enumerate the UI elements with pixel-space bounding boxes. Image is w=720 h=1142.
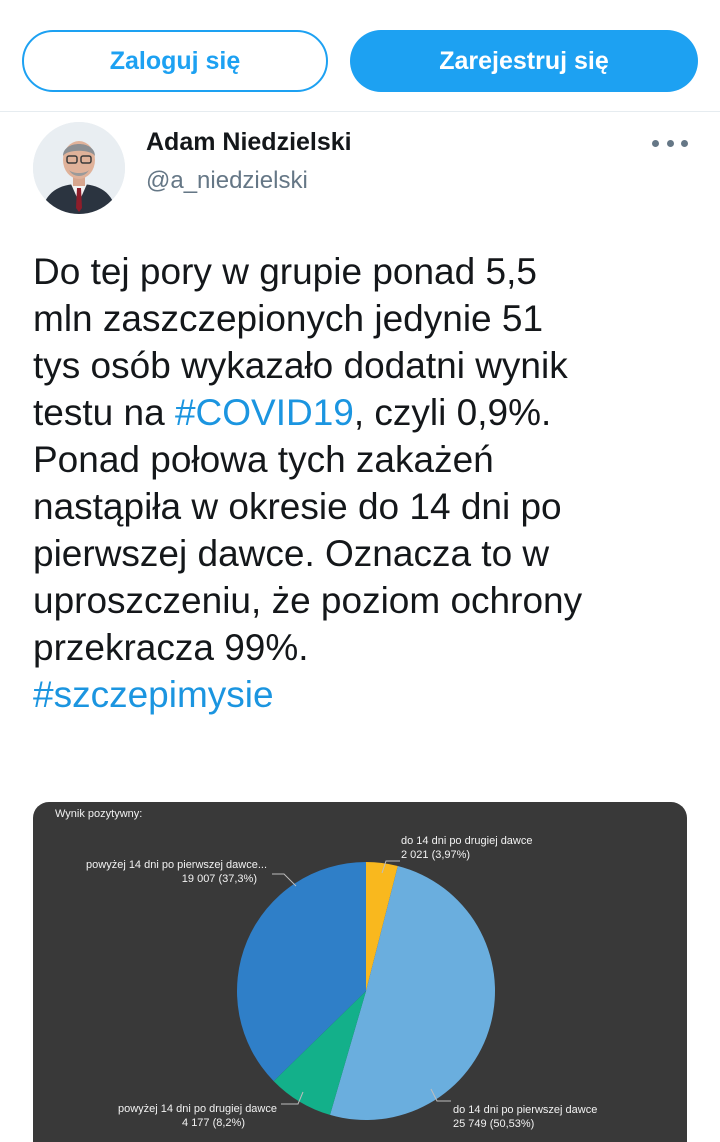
dot-icon (652, 139, 659, 147)
pie-chart: Wynik pozytywny: do 14 dni po drugiej da… (55, 808, 597, 1130)
slice-value-label: 25 749 (50,53%) (453, 1118, 534, 1130)
chart-image[interactable]: Wynik pozytywny: do 14 dni po drugiej da… (33, 802, 687, 1142)
tweet-text-segment: Ponad połowa tych zakażeń (33, 439, 494, 480)
tweet-text-segment: Do tej pory w grupie ponad 5,5 (33, 251, 537, 292)
tweet-line: tys osób wykazało dodatni wynik (33, 342, 703, 389)
tweet-line: pierwszej dawce. Oznacza to w (33, 530, 703, 577)
slice-label: powyżej 14 dni po drugiej dawce (118, 1103, 277, 1115)
slice-value-label: 4 177 (8,2%) (182, 1117, 245, 1129)
tweet-text-segment: testu na (33, 392, 175, 433)
tweet-text: Do tej pory w grupie ponad 5,5 mln zaszc… (33, 248, 703, 718)
avatar-photo (33, 122, 125, 214)
tweet-line: uproszczeniu, że poziom ochrony (33, 577, 703, 624)
top-bar: Zaloguj się Zarejestruj się (0, 0, 720, 112)
hashtag-szczepimysie-link[interactable]: #szczepimysie (33, 674, 274, 715)
tweet-text-segment: przekracza 99%. (33, 627, 309, 668)
tweet-line: mln zaszczepionych jedynie 51 (33, 295, 703, 342)
tweet-line: przekracza 99%. (33, 624, 703, 671)
author-name[interactable]: Adam Niedzielski (146, 128, 352, 157)
tweet-text-segment: tys osób wykazało dodatni wynik (33, 345, 568, 386)
leader-line (272, 873, 297, 887)
avatar[interactable] (33, 122, 125, 214)
tweet-line: #szczepimysie (33, 671, 703, 718)
slice-label: powyżej 14 dni po pierwszej dawce... (86, 859, 267, 871)
dot-icon (666, 139, 674, 147)
tweet-text-segment: mln zaszczepionych jedynie 51 (33, 298, 544, 339)
tweet-text-segment: nastąpiła w okresie do 14 dni po (33, 486, 562, 527)
tweet-line: nastąpiła w okresie do 14 dni po (33, 483, 703, 530)
slice-label: do 14 dni po pierwszej dawce (453, 1104, 597, 1116)
dot-icon (681, 139, 688, 147)
tweet-text-segment: uproszczeniu, że poziom ochrony (33, 580, 583, 621)
slice-label: do 14 dni po drugiej dawce (401, 835, 532, 847)
tweet-text-segment: , czyli 0,9%. (353, 392, 552, 433)
login-button[interactable]: Zaloguj się (22, 30, 328, 92)
tweet-text-segment: pierwszej dawce. Oznacza to w (33, 533, 550, 574)
pie-slices (236, 862, 496, 1121)
chart-title: Wynik pozytywny: (55, 808, 142, 820)
register-button[interactable]: Zarejestruj się (350, 30, 698, 92)
tweet-line: Ponad połowa tych zakażeń (33, 436, 703, 483)
author-handle[interactable]: @a_niedzielski (146, 167, 308, 195)
more-options-icon[interactable] (652, 134, 688, 152)
tweet-line: testu na #COVID19, czyli 0,9%. (33, 389, 703, 436)
slice-value-label: 19 007 (37,3%) (182, 873, 257, 885)
hashtag-covid19-link[interactable]: #COVID19 (175, 392, 354, 433)
tweet-line: Do tej pory w grupie ponad 5,5 (33, 248, 703, 295)
slice-value-label: 2 021 (3,97%) (401, 849, 470, 861)
